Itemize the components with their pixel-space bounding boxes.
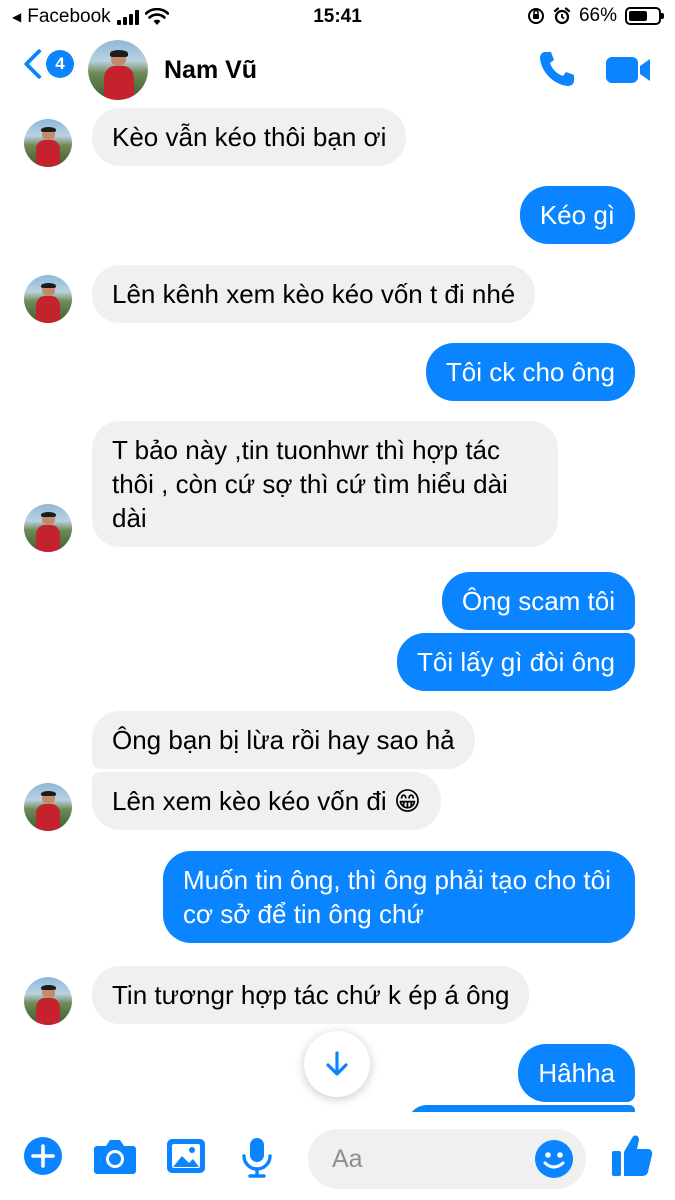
message-incoming[interactable]: Lên kênh xem kèo kéo vốn t đi nhé (92, 265, 536, 323)
battery-icon (625, 7, 664, 25)
thumbs-up-icon[interactable] (610, 1132, 654, 1178)
message-incoming[interactable]: T bảo này ,tin tuonhwr thì hợp tác thôi … (92, 421, 558, 547)
sender-avatar[interactable] (24, 275, 72, 323)
microphone-icon[interactable] (240, 1136, 274, 1178)
message-outgoing[interactable]: Hâhha (518, 1044, 635, 1102)
arrow-down-icon (326, 1051, 348, 1076)
battery-fill (629, 11, 648, 21)
sender-avatar[interactable] (24, 977, 72, 1025)
message-outgoing[interactable]: Kéo gì (519, 186, 635, 244)
orientation-lock-icon (527, 8, 544, 24)
message-composer[interactable] (308, 1129, 586, 1189)
composer-bar (0, 1112, 675, 1200)
emoji-icon[interactable] (534, 1139, 574, 1179)
contact-name[interactable]: Nam Vũ (164, 56, 257, 85)
message-incoming[interactable]: Tin tươngr hợp tác chứ k ép á ông (92, 966, 530, 1024)
plus-icon[interactable] (23, 1136, 63, 1176)
message-incoming[interactable]: Kèo vẫn kéo thôi bạn ơi (92, 108, 407, 166)
sender-avatar[interactable] (24, 504, 72, 552)
sender-avatar[interactable] (24, 783, 72, 831)
scroll-to-bottom-button[interactable] (304, 1031, 370, 1097)
photo-gallery-icon[interactable] (165, 1136, 207, 1176)
status-right: 66% (527, 5, 664, 27)
video-camera-icon[interactable] (604, 52, 652, 88)
message-outgoing[interactable]: Muốn tin ông, thì ông phải tạo cho tôi c… (163, 851, 635, 943)
sender-avatar[interactable] (24, 119, 72, 167)
contact-avatar[interactable] (88, 40, 148, 100)
camera-icon[interactable] (93, 1136, 137, 1176)
status-bar: ◀ Facebook 15:41 66% (0, 0, 675, 36)
avatar-photo (88, 40, 148, 100)
message-outgoing[interactable]: Ông scam tôi (441, 572, 635, 630)
alarm-icon (553, 7, 571, 25)
message-incoming[interactable]: Ông bạn bị lừa rồi hay sao hả (92, 711, 475, 769)
phone-icon[interactable] (536, 48, 578, 90)
message-outgoing[interactable]: Tôi ck cho ông (425, 343, 635, 401)
message-outgoing[interactable]: Tôi lấy gì đòi ông (396, 633, 635, 691)
conversation-header: 4 Nam Vũ (0, 36, 675, 106)
battery-percent: 66% (578, 5, 617, 26)
back-button[interactable]: 4 (18, 48, 74, 80)
message-input[interactable] (332, 1143, 522, 1175)
message-incoming[interactable]: Lên xem kèo kéo vốn đi 😁 (92, 772, 441, 830)
